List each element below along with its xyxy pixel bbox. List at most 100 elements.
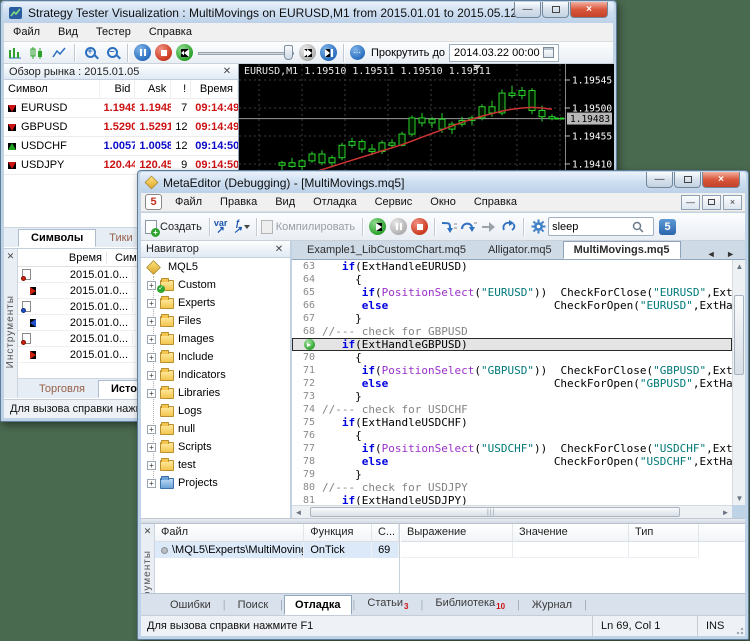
market-watch-close-icon[interactable]: ✕ — [221, 66, 233, 77]
step-over-icon[interactable] — [459, 219, 479, 235]
bottom-tab-Поиск[interactable]: Поиск — [227, 595, 279, 615]
editor-menu-Сервис[interactable]: Сервис — [366, 194, 422, 210]
tab-Символы[interactable]: Символы — [18, 229, 97, 247]
file-tab-Example1_LibCustomChart.mq5[interactable]: Example1_LibCustomChart.mq5 — [296, 241, 477, 259]
bottom-tab-Журнал[interactable]: Журнал — [521, 595, 583, 615]
faster-button-disabled[interactable] — [299, 44, 316, 61]
resize-grip[interactable] — [734, 625, 744, 635]
editor-maximize-button[interactable] — [674, 172, 701, 188]
expand-icon[interactable]: + — [147, 388, 156, 398]
vertical-scrollbar[interactable]: ▲ ▼ — [732, 260, 745, 505]
debug-files-row[interactable]: \MQL5\Experts\MultiMovings.mq5OnTick69 — [155, 542, 399, 558]
editor-menu-Окно[interactable]: Окно — [421, 194, 465, 210]
file-tab-Alligator.mq5[interactable]: Alligator.mq5 — [477, 241, 563, 259]
tree-item-Libraries[interactable]: + Libraries — [141, 384, 290, 402]
doc-restore-button[interactable] — [702, 194, 721, 210]
tab-Торговля[interactable]: Торговля — [26, 380, 98, 398]
tester-menu-Тестер[interactable]: Тестер — [87, 24, 140, 40]
tree-item-Files[interactable]: + Files — [141, 312, 290, 330]
expand-icon[interactable]: + — [147, 352, 156, 362]
pause-button[interactable] — [134, 44, 151, 61]
stop-debug-button[interactable] — [411, 218, 429, 235]
expand-icon[interactable]: + — [147, 478, 156, 488]
editor-menu-Справка[interactable]: Справка — [465, 194, 526, 210]
bottom-tab-Библиотека[interactable]: Библиотека 10 — [424, 593, 516, 615]
speed-slider[interactable] — [198, 44, 294, 62]
mql5-menu-icon[interactable]: 5 — [145, 194, 162, 210]
editor-minimize-button[interactable]: — — [646, 172, 673, 188]
stop-button[interactable] — [155, 44, 172, 61]
doc-minimize-button[interactable]: — — [681, 194, 700, 210]
editor-titlebar[interactable]: MetaEditor (Debugging) - [MultiMovings.m… — [140, 172, 746, 193]
market-watch-row-GBPUSD[interactable]: GBPUSD 1.529031.5291512 09:14:49 — [4, 118, 238, 137]
insert-dropdown-icon[interactable] — [243, 225, 250, 232]
tester-toolbox-close-icon[interactable]: ✕ — [4, 249, 17, 262]
expand-icon[interactable]: + — [147, 334, 156, 344]
tester-titlebar[interactable]: Strategy Tester Visualization : MultiMov… — [3, 2, 614, 23]
search-icon[interactable] — [632, 221, 644, 233]
step-forward-button[interactable] — [320, 44, 337, 61]
pause-debug-button[interactable] — [390, 218, 408, 235]
bottom-tab-Статьи[interactable]: Статьи 3 — [356, 593, 419, 615]
tab-scroll-arrows[interactable]: ◄ ► — [701, 249, 745, 259]
search-input[interactable] — [552, 220, 633, 233]
tree-item-Indicators[interactable]: + Indicators — [141, 366, 290, 384]
bottom-tab-Ошибки[interactable]: Ошибки — [159, 595, 222, 615]
editor-menu-Отладка[interactable]: Отладка — [304, 194, 365, 210]
mql5-community-icon[interactable]: 5 — [659, 218, 677, 235]
tester-tools-side-tab[interactable]: Инструменты — [5, 295, 16, 368]
tester-close-button[interactable]: × — [570, 2, 608, 18]
editor-menu-Файл[interactable]: Файл — [166, 194, 211, 210]
debug-panel-close-icon[interactable]: ✕ — [141, 524, 154, 537]
step-into-icon[interactable] — [439, 219, 459, 235]
tree-item-Custom[interactable]: + ✓ Custom — [141, 276, 290, 294]
file-tab-MultiMovings.mq5[interactable]: MultiMovings.mq5 — [562, 241, 681, 259]
tree-item-null[interactable]: + null — [141, 420, 290, 438]
tester-menu-Справка[interactable]: Справка — [140, 24, 201, 40]
tree-item-Images[interactable]: + Images — [141, 330, 290, 348]
watch-empty-row[interactable] — [401, 542, 745, 558]
speed-slider-thumb[interactable] — [284, 44, 293, 60]
start-debug-button[interactable] — [369, 218, 387, 235]
chart-canvas[interactable]: 1.195451.195001.194551.194101.19483 — [239, 64, 614, 185]
step-out-icon[interactable] — [479, 219, 499, 235]
expand-icon[interactable]: + — [147, 280, 156, 290]
expand-icon[interactable]: + — [147, 460, 156, 470]
tree-item-Experts[interactable]: + Experts — [141, 294, 290, 312]
doc-close-button[interactable]: × — [723, 194, 742, 210]
zoom-out-icon[interactable]: – — [101, 44, 123, 62]
expand-icon[interactable]: + — [147, 424, 156, 434]
price-chart[interactable]: EURUSD,M1 1.19510 1.19511 1.19510 1.1951… — [238, 64, 614, 185]
candle-chart-mode-icon[interactable] — [26, 44, 48, 62]
expand-icon[interactable]: + — [147, 298, 156, 308]
scroll-to-date-field[interactable]: 2014.03.22 00:00 — [449, 43, 559, 62]
tree-item-Logs[interactable]: Logs — [141, 402, 290, 420]
slower-button[interactable] — [176, 44, 193, 61]
editor-close-button[interactable]: × — [702, 172, 740, 188]
new-file-button[interactable]: + Создать — [145, 219, 205, 237]
compile-button[interactable]: Компилировать — [260, 219, 358, 234]
tester-maximize-button[interactable] — [542, 2, 569, 18]
tree-item-Projects[interactable]: + Projects — [141, 474, 290, 492]
expand-icon[interactable]: + — [147, 442, 156, 452]
bottom-tab-Отладка[interactable]: Отладка — [284, 595, 352, 615]
expand-icon[interactable]: + — [147, 316, 156, 326]
editor-menu-Вид[interactable]: Вид — [266, 194, 304, 210]
expand-icon[interactable]: + — [147, 370, 156, 380]
navigator-close-icon[interactable]: ✕ — [273, 244, 285, 255]
tree-item-test[interactable]: + test — [141, 456, 290, 474]
tree-item-Scripts[interactable]: + Scripts — [141, 438, 290, 456]
code-editor[interactable]: 63 if(ExtHandleEURUSD) 64 {65 if(Position… — [292, 260, 732, 505]
add-variable-icon[interactable]: var ↗ — [214, 218, 228, 235]
line-chart-mode-icon[interactable] — [48, 44, 70, 62]
tester-minimize-button[interactable]: — — [514, 2, 541, 18]
zoom-in-icon[interactable]: + — [79, 44, 101, 62]
add-function-icon[interactable]: ƒ ↗ — [233, 218, 241, 235]
calendar-icon[interactable] — [542, 47, 554, 58]
bar-chart-mode-icon[interactable] — [4, 44, 26, 62]
market-watch-row-USDCHF[interactable]: USDCHF 1.005701.0058212 09:14:50 — [4, 137, 238, 156]
editor-menu-Правка[interactable]: Правка — [211, 194, 266, 210]
tester-menu-Файл[interactable]: Файл — [4, 24, 49, 40]
horizontal-scrollbar[interactable]: ◄ ► ||| — [292, 505, 732, 518]
tester-menu-Вид[interactable]: Вид — [49, 24, 87, 40]
